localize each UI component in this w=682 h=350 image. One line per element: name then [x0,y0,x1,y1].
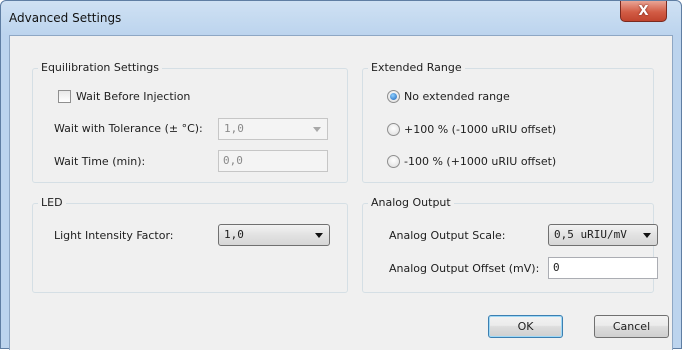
led-group: LED Light Intensity Factor: 1,0 [32,196,348,293]
analog-output-offset-label: Analog Output Offset (mV): [389,262,540,275]
window-title: Advanced Settings [9,11,122,25]
wait-time-field[interactable]: 0,0 [218,150,328,172]
analog-output-title: Analog Output [368,196,454,209]
no-extended-range-label[interactable]: No extended range [404,90,510,103]
led-title: LED [38,196,66,209]
light-intensity-select[interactable]: 1,0 [218,224,330,246]
title-bar[interactable]: Advanced Settings X [1,1,681,35]
analog-output-scale-select[interactable]: 0,5 uRIU/mV [548,224,658,246]
chevron-down-icon [313,127,321,132]
wait-tolerance-label: Wait with Tolerance (± °C): [54,122,203,135]
light-intensity-label: Light Intensity Factor: [54,229,174,242]
light-intensity-value: 1,0 [224,228,244,241]
no-extended-range-radio[interactable] [387,90,400,103]
analog-output-offset-field[interactable]: 0 [548,257,658,279]
plus-100-percent-label[interactable]: +100 % (-1000 uRIU offset) [404,123,556,136]
minus-100-percent-radio[interactable] [387,155,400,168]
ok-button[interactable]: OK [488,315,563,338]
wait-time-label: Wait Time (min): [54,155,146,168]
equilibration-settings-title: Equilibration Settings [38,61,163,74]
minus-100-percent-label[interactable]: -100 % (+1000 uRIU offset) [404,155,556,168]
analog-output-scale-value: 0,5 uRIU/mV [554,228,627,241]
equilibration-settings-group: Equilibration Settings Wait Before Injec… [32,61,348,183]
chevron-down-icon [643,233,651,238]
extended-range-title: Extended Range [368,61,465,74]
cancel-button[interactable]: Cancel [594,315,669,338]
analog-output-scale-label: Analog Output Scale: [389,229,506,242]
dialog-body: Equilibration Settings Wait Before Injec… [9,35,673,350]
advanced-settings-window: Advanced Settings X Equilibration Settin… [0,0,682,350]
extended-range-group: Extended Range No extended range +100 % … [362,61,654,183]
close-icon: X [638,3,649,19]
wait-tolerance-value: 1,0 [224,122,244,135]
wait-before-injection-checkbox[interactable] [58,90,71,103]
wait-before-injection-label[interactable]: Wait Before Injection [76,90,190,103]
chevron-down-icon [315,233,323,238]
analog-output-group: Analog Output Analog Output Scale: 0,5 u… [362,196,658,293]
close-button[interactable]: X [620,1,667,22]
plus-100-percent-radio[interactable] [387,123,400,136]
wait-tolerance-select[interactable]: 1,0 [218,118,328,140]
